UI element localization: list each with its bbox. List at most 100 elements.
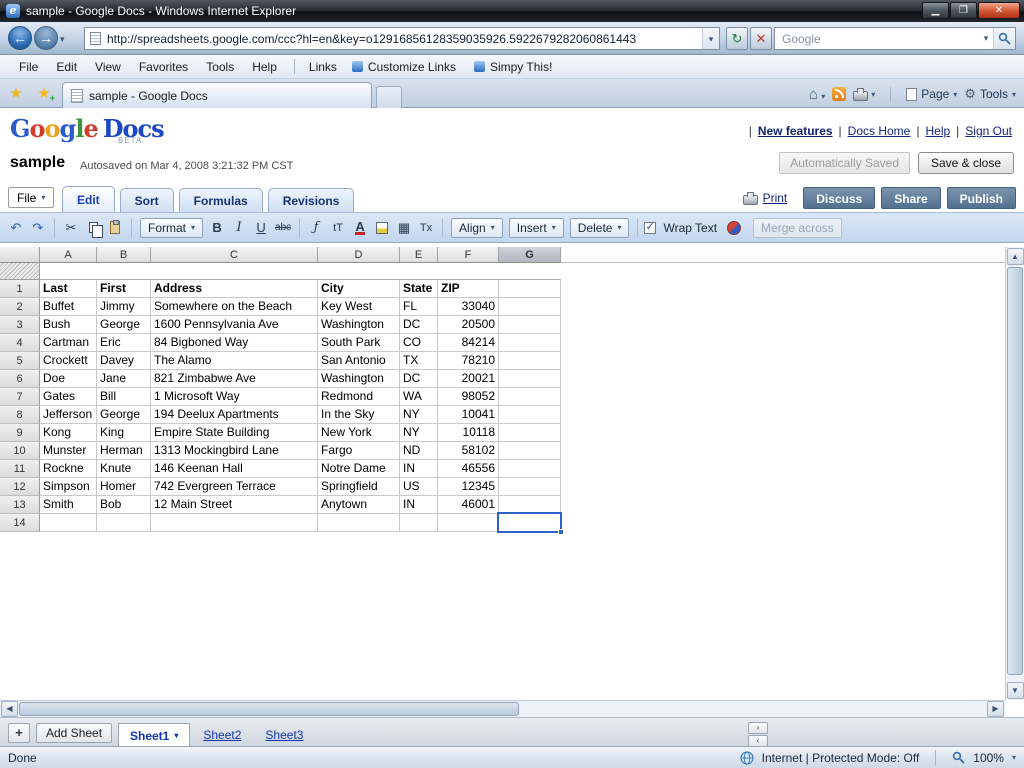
col-header-c[interactable]: C bbox=[151, 247, 318, 263]
vertical-scrollbar[interactable]: ▲ ▼ bbox=[1005, 247, 1024, 700]
delete-button[interactable]: Delete▾ bbox=[570, 218, 630, 238]
horizontal-scrollbar[interactable]: ◀ ▶ bbox=[0, 700, 1005, 717]
cell-c2[interactable]: Somewhere on the Beach bbox=[151, 298, 318, 316]
cell-b7[interactable]: Bill bbox=[97, 388, 151, 406]
cell-b5[interactable]: Davey bbox=[97, 352, 151, 370]
copy-icon[interactable] bbox=[83, 218, 103, 238]
cell-e5[interactable]: TX bbox=[400, 352, 438, 370]
cell-e14[interactable] bbox=[400, 514, 438, 532]
cell-c7[interactable]: 1 Microsoft Way bbox=[151, 388, 318, 406]
row-header-3[interactable]: 3 bbox=[0, 316, 40, 334]
header-link-sign-out[interactable]: Sign Out bbox=[965, 124, 1012, 138]
links-label[interactable]: Links bbox=[303, 57, 343, 77]
search-provider-dropdown[interactable]: ▾ bbox=[979, 33, 993, 44]
cell-d11[interactable]: Notre Dame bbox=[318, 460, 400, 478]
borders-button[interactable]: ▦ bbox=[394, 218, 414, 238]
cell-a5[interactable]: Crockett bbox=[40, 352, 97, 370]
stop-button[interactable]: ✕ bbox=[750, 27, 772, 50]
cell-g11[interactable] bbox=[499, 460, 561, 478]
back-button[interactable]: ← bbox=[8, 26, 32, 50]
button-share[interactable]: Share bbox=[881, 187, 940, 209]
cell-f14[interactable] bbox=[438, 514, 499, 532]
font-size-button[interactable]: tT bbox=[328, 218, 348, 238]
button-discuss[interactable]: Discuss bbox=[803, 187, 875, 209]
cell-e10[interactable]: ND bbox=[400, 442, 438, 460]
search-input[interactable]: Google bbox=[775, 32, 979, 46]
cell-c8[interactable]: 194 Deelux Apartments bbox=[151, 406, 318, 424]
refresh-button[interactable]: ↻ bbox=[726, 27, 748, 50]
row-header-12[interactable]: 12 bbox=[0, 478, 40, 496]
cell-a7[interactable]: Gates bbox=[40, 388, 97, 406]
insert-button[interactable]: Insert▾ bbox=[509, 218, 564, 238]
cell-f8[interactable]: 10041 bbox=[438, 406, 499, 424]
cell-c12[interactable]: 742 Evergreen Terrace bbox=[151, 478, 318, 496]
row-header-9[interactable]: 9 bbox=[0, 424, 40, 442]
browser-tab[interactable]: sample - Google Docs bbox=[62, 82, 372, 108]
cell-e3[interactable]: DC bbox=[400, 316, 438, 334]
cell-e13[interactable]: IN bbox=[400, 496, 438, 514]
menu-favorites[interactable]: Favorites bbox=[130, 57, 197, 77]
cell-d10[interactable]: Fargo bbox=[318, 442, 400, 460]
home-button[interactable]: ⌂ ▾ bbox=[809, 86, 825, 103]
bold-button[interactable]: B bbox=[207, 218, 227, 238]
cell-b11[interactable]: Knute bbox=[97, 460, 151, 478]
address-bar[interactable]: http://spreadsheets.google.com/ccc?hl=en… bbox=[84, 27, 720, 50]
cell-f6[interactable]: 20021 bbox=[438, 370, 499, 388]
cell-f4[interactable]: 84214 bbox=[438, 334, 499, 352]
cell-d12[interactable]: Springfield bbox=[318, 478, 400, 496]
cell-d4[interactable]: South Park bbox=[318, 334, 400, 352]
row-header-8[interactable]: 8 bbox=[0, 406, 40, 424]
maximize-button[interactable]: ❐ bbox=[950, 2, 977, 19]
cell-a14[interactable] bbox=[40, 514, 97, 532]
minimize-button[interactable]: ▁ bbox=[922, 2, 949, 19]
text-color-button[interactable]: A bbox=[355, 221, 364, 235]
selection-handle[interactable] bbox=[558, 529, 564, 535]
tab-edit[interactable]: Edit bbox=[62, 186, 115, 212]
zoom-icon[interactable] bbox=[952, 751, 965, 764]
font-button[interactable]: ƒ bbox=[306, 218, 326, 238]
cell-g6[interactable] bbox=[499, 370, 561, 388]
cell-f1[interactable]: ZIP bbox=[438, 280, 499, 298]
cell-e2[interactable]: FL bbox=[400, 298, 438, 316]
cell-e4[interactable]: CO bbox=[400, 334, 438, 352]
tab-sort[interactable]: Sort bbox=[120, 188, 174, 212]
cell-e8[interactable]: NY bbox=[400, 406, 438, 424]
menu-edit[interactable]: Edit bbox=[47, 57, 86, 77]
header-link-help[interactable]: Help bbox=[925, 124, 950, 138]
tab-formulas[interactable]: Formulas bbox=[179, 188, 263, 212]
cell-g9[interactable] bbox=[499, 424, 561, 442]
url-text[interactable]: http://spreadsheets.google.com/ccc?hl=en… bbox=[107, 32, 702, 46]
menu-help[interactable]: Help bbox=[243, 57, 286, 77]
scroll-down-button[interactable]: ▼ bbox=[1007, 682, 1024, 699]
cell-c3[interactable]: 1600 Pennsylvania Ave bbox=[151, 316, 318, 334]
scroll-up-button[interactable]: ▲ bbox=[1007, 248, 1024, 265]
cell-e9[interactable]: NY bbox=[400, 424, 438, 442]
redo-icon[interactable]: ↷ bbox=[28, 218, 48, 238]
cell-f9[interactable]: 10118 bbox=[438, 424, 499, 442]
search-button[interactable] bbox=[993, 28, 1015, 49]
zoom-dropdown[interactable]: ▾ bbox=[1012, 753, 1016, 762]
cell-c14[interactable] bbox=[151, 514, 318, 532]
history-dropdown[interactable]: ▾ bbox=[60, 34, 65, 45]
cell-b9[interactable]: King bbox=[97, 424, 151, 442]
cell-c5[interactable]: The Alamo bbox=[151, 352, 318, 370]
feed-button[interactable] bbox=[832, 87, 846, 101]
cell-e12[interactable]: US bbox=[400, 478, 438, 496]
cut-icon[interactable]: ✂ bbox=[61, 218, 81, 238]
row-header-5[interactable]: 5 bbox=[0, 352, 40, 370]
align-button[interactable]: Align▾ bbox=[451, 218, 503, 238]
page-menu-button[interactable]: Page▾ bbox=[906, 87, 957, 101]
cell-a12[interactable]: Simpson bbox=[40, 478, 97, 496]
cell-b13[interactable]: Bob bbox=[97, 496, 151, 514]
cell-a11[interactable]: Rockne bbox=[40, 460, 97, 478]
button-publish[interactable]: Publish bbox=[947, 187, 1016, 209]
add-row-button[interactable]: + bbox=[8, 723, 30, 743]
forward-button[interactable]: → bbox=[34, 26, 58, 50]
cell-f11[interactable]: 46556 bbox=[438, 460, 499, 478]
wrap-text-checkbox[interactable] bbox=[644, 222, 656, 234]
cell-f12[interactable]: 12345 bbox=[438, 478, 499, 496]
favorites-button[interactable]: ★ bbox=[4, 83, 28, 105]
sheet-tab-sheet1[interactable]: Sheet1▾ bbox=[118, 723, 190, 746]
cell-a9[interactable]: Kong bbox=[40, 424, 97, 442]
cell-g10[interactable] bbox=[499, 442, 561, 460]
